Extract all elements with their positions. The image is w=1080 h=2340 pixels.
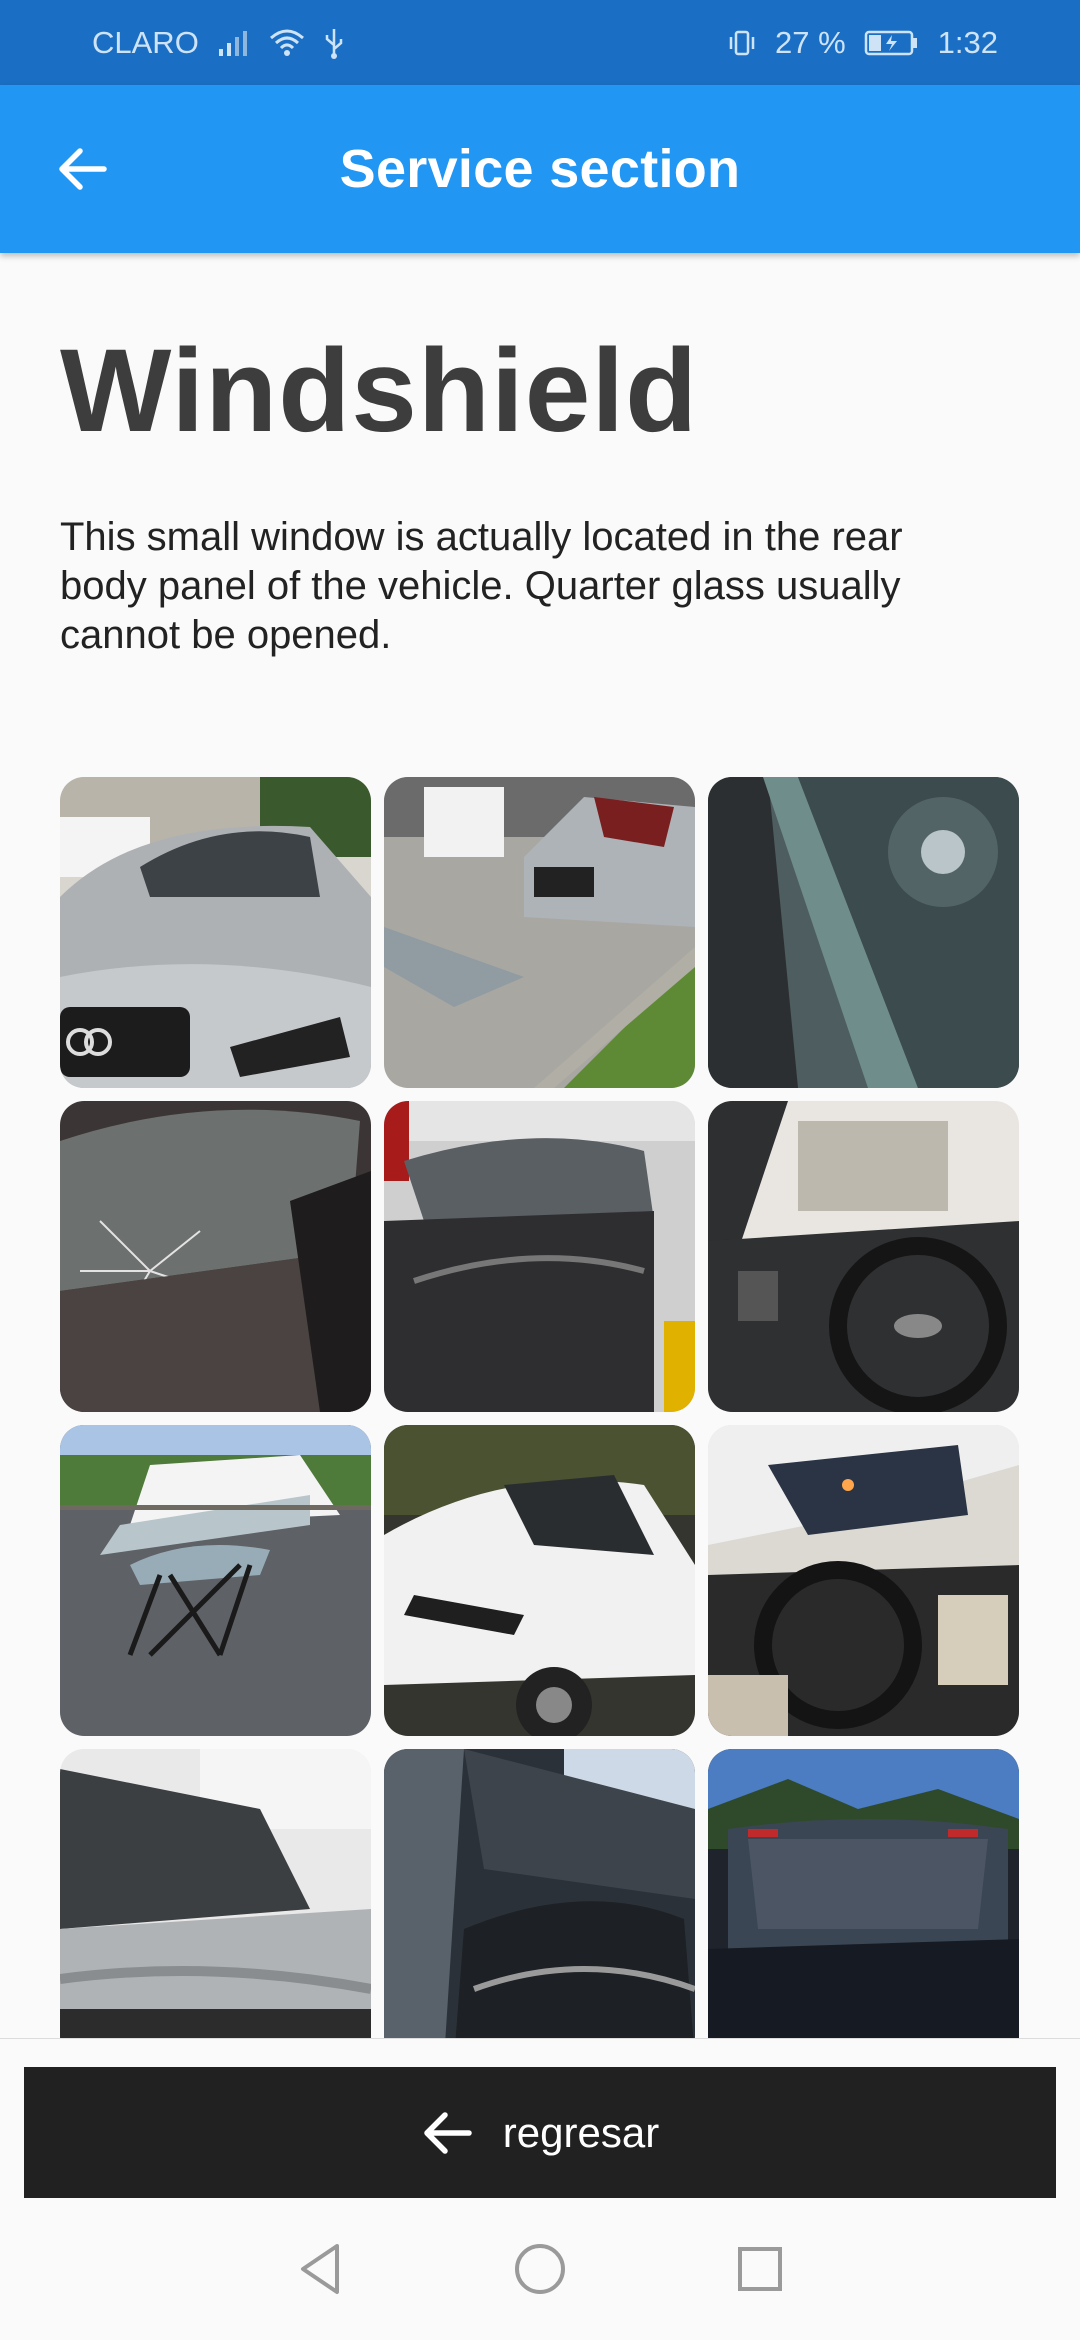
regresar-button[interactable]: regresar [24,2067,1056,2199]
app-bar-title: Service section [339,139,741,199]
page-description: This small window is actually located in… [60,515,903,657]
carrier-label: CLARO [92,24,199,60]
bottom-action-area: regresar [0,2038,1080,2199]
signal-icon [217,29,251,57]
silver-audi-front-photo[interactable] [60,777,371,1088]
back-button[interactable] [42,129,122,209]
audi-dashboard-interior-photo[interactable] [708,1101,1019,1412]
status-bar: CLARO 27 % 1:32 [0,0,1080,85]
vibrate-icon [727,28,757,58]
nav-back-button[interactable] [290,2239,350,2299]
app-bar: Service section [0,85,1080,253]
cracked-windshield-photo[interactable] [60,1101,371,1412]
system-nav-bar [0,2198,1080,2340]
wifi-icon [269,28,305,58]
windshield-on-stand-photo[interactable] [60,1425,371,1736]
clock: 1:32 [937,24,998,60]
regresar-button-label: regresar [502,2109,660,2156]
triangle-back-icon [301,2244,339,2294]
usb-icon [323,27,345,59]
battery-percent: 27 % [774,24,846,60]
car-side-window-photo[interactable] [60,1749,371,2038]
nav-home-button[interactable] [510,2239,570,2299]
silver-audi-glass-removed-photo[interactable] [384,777,695,1088]
square-recents-icon [738,2247,782,2291]
range-rover-interior-photo[interactable] [708,1425,1019,1736]
windshield-corner-closeup-photo[interactable] [708,777,1019,1088]
circle-home-icon [515,2244,565,2294]
arrow-left-icon [59,148,107,190]
arrow-left-icon [424,2112,472,2154]
photo-gallery [60,777,1020,2038]
service-content[interactable]: Windshield This small window is actually… [0,253,1080,2038]
car-open-windshield-frame-photo[interactable] [384,1749,695,2038]
black-car-windshield-photo[interactable] [384,1101,695,1412]
dark-suv-windshield-photo[interactable] [708,1749,1019,2038]
battery-charging-icon [864,29,920,57]
nav-recents-button[interactable] [730,2239,790,2299]
white-range-rover-photo[interactable] [384,1425,695,1736]
page-title: Windshield [60,325,699,457]
